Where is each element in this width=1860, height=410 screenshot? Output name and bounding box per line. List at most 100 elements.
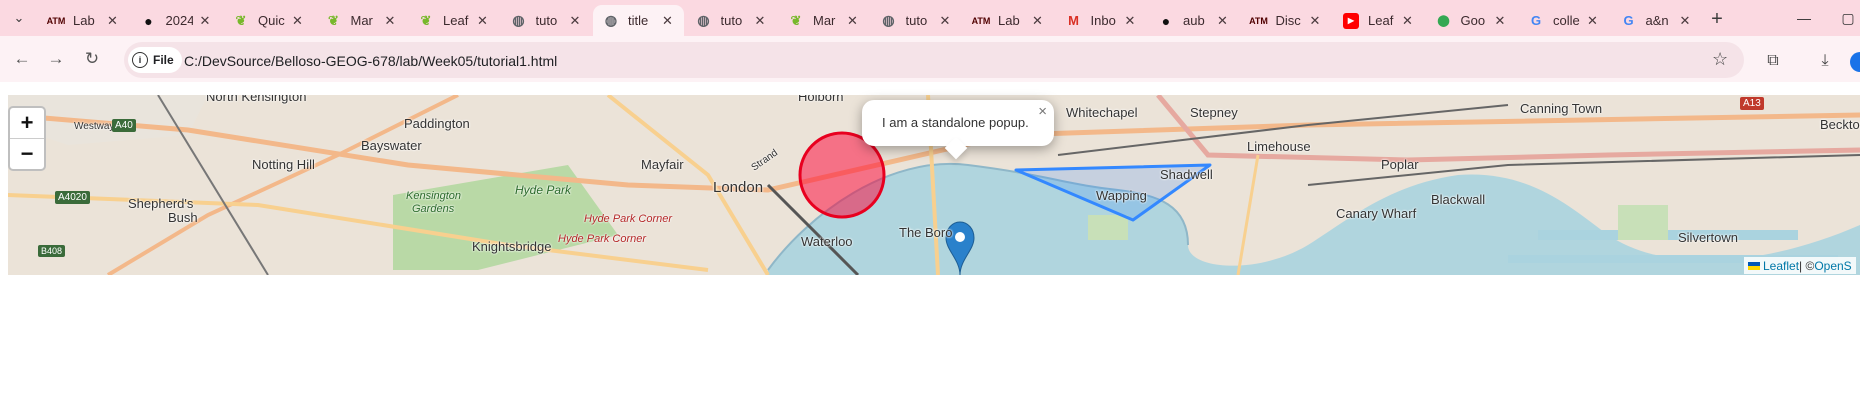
openstreetmap-link[interactable]: OpenS (1814, 259, 1851, 273)
close-tab-icon[interactable]: ✕ (1215, 13, 1231, 29)
place-label: Paddington (404, 116, 470, 131)
close-tab-icon[interactable]: ✕ (382, 13, 398, 29)
info-icon: i (132, 52, 148, 68)
place-label: Wapping (1096, 188, 1147, 203)
road-label: Westway (74, 121, 115, 132)
globe-icon: ◍ (697, 12, 710, 28)
place-label: Shepherd's (128, 196, 194, 211)
place-label: Knightsbridge (472, 239, 552, 254)
map-attribution: Leaflet | © OpenS (1744, 257, 1856, 274)
maps-icon: ⬤ (1437, 15, 1450, 27)
browser-tab[interactable]: ◍ tuto ✕ (501, 5, 592, 36)
close-tab-icon[interactable]: ✕ (1122, 13, 1138, 29)
close-tab-icon[interactable]: ✕ (290, 13, 306, 29)
close-tab-icon[interactable]: ✕ (1307, 13, 1323, 29)
leaflet-icon: ❦ (420, 12, 432, 28)
tab-title: Goo (1460, 13, 1486, 28)
tab-title: tuto (720, 13, 743, 28)
tab-title: a&n (1645, 13, 1669, 28)
place-label: Bush (168, 210, 198, 225)
tamu-icon: ATM (1249, 15, 1268, 26)
tab-title: tuto (905, 13, 928, 28)
close-tab-icon[interactable]: ✕ (1030, 13, 1046, 29)
browser-tab[interactable]: ◍ title ✕ (593, 5, 684, 36)
new-tab-button[interactable]: + (1705, 7, 1729, 31)
zoom-in-button[interactable]: + (10, 108, 44, 138)
site-info-chip[interactable]: i File (128, 47, 182, 73)
leaflet-link[interactable]: Leaflet (1763, 259, 1799, 273)
close-tab-icon[interactable]: ✕ (197, 13, 213, 29)
place-label: Stepney (1190, 105, 1238, 120)
url-text[interactable]: C:/DevSource/Belloso-GEOG-678/lab/Week05… (184, 53, 557, 69)
place-label: Whitechapel (1066, 105, 1138, 120)
reload-icon[interactable]: ↻ (80, 47, 104, 71)
place-label: Hyde Park Corner (558, 233, 647, 245)
close-tab-icon[interactable]: ✕ (567, 13, 583, 29)
browser-tab[interactable]: ATM Lab ✕ (963, 5, 1054, 36)
browser-tab[interactable]: Ga&n ✕ (1611, 5, 1702, 36)
minimize-window-icon[interactable]: — (1784, 6, 1824, 30)
close-tab-icon[interactable]: ✕ (752, 13, 768, 29)
browser-tab[interactable]: ▶ Leaf ✕ (1333, 5, 1424, 36)
back-arrow-icon[interactable]: ← (10, 47, 34, 71)
place-label: Shadwell (1160, 167, 1213, 182)
tamu-icon: ATM (46, 15, 66, 26)
place-label: Limehouse (1247, 139, 1311, 154)
tab-title: Lab (998, 13, 1020, 28)
browser-tab[interactable]: Gcolle ✕ (1518, 5, 1609, 36)
browser-tab[interactable]: ❦ Mar ✕ (778, 5, 869, 36)
browser-tab[interactable]: ● 2024 ✕ (131, 5, 222, 36)
downloads-icon[interactable]: ⤓ (1812, 48, 1838, 74)
close-tab-icon[interactable]: ✕ (937, 13, 953, 29)
place-label: The Boro (899, 225, 953, 240)
road-badge: A40 (112, 119, 136, 132)
zoom-out-button[interactable]: − (10, 138, 44, 169)
place-label: London (713, 179, 764, 196)
tab-title: Mar (813, 13, 836, 28)
maximize-window-icon[interactable]: ▢ (1828, 6, 1860, 30)
github-icon: ● (144, 12, 153, 29)
close-tab-icon[interactable]: ✕ (475, 13, 491, 29)
browser-tab[interactable]: ATM Lab ✕ (38, 5, 129, 36)
close-tab-icon[interactable]: ✕ (1492, 13, 1508, 29)
globe-icon: ◍ (512, 12, 525, 28)
browser-tab[interactable]: ❦ Mar ✕ (316, 5, 407, 36)
close-tab-icon[interactable]: ✕ (1585, 13, 1601, 29)
place-label: Canning Town (1520, 101, 1603, 116)
close-tab-icon[interactable]: ✕ (1677, 13, 1693, 29)
ukraine-flag-icon (1748, 261, 1760, 270)
tab-title: Mar (350, 13, 373, 28)
browser-tab[interactable]: ❦ Leaf ✕ (408, 5, 499, 36)
forward-arrow-icon[interactable]: → (44, 47, 68, 71)
google-icon: G (1530, 13, 1542, 28)
park-label: Gardens (412, 203, 455, 215)
place-label: Mayfair (641, 157, 684, 172)
close-tab-icon[interactable]: ✕ (660, 13, 676, 29)
tab-search-chevron-icon[interactable]: ⌄ (8, 7, 30, 29)
leaflet-icon: ❦ (328, 12, 339, 28)
close-tab-icon[interactable]: ✕ (105, 13, 121, 29)
browser-tab[interactable]: ⬤ Goo ✕ (1426, 5, 1517, 36)
browser-tab[interactable]: ATM Disc ✕ (1241, 5, 1332, 36)
browser-tab[interactable]: M Inbo ✕ (1056, 5, 1147, 36)
close-tab-icon[interactable]: ✕ (845, 13, 861, 29)
tab-title: 2024 (165, 13, 194, 28)
globe-icon: ◍ (882, 12, 895, 28)
browser-tab[interactable]: ◍ tuto ✕ (871, 5, 962, 36)
extensions-puzzle-icon[interactable]: ⧉ (1760, 48, 1786, 74)
close-tab-icon[interactable]: ✕ (1400, 13, 1416, 29)
park-label: Kensington (406, 190, 462, 202)
popup-text: I am a standalone popup. (882, 115, 1029, 130)
road-badge: B408 (38, 245, 66, 257)
browser-tab[interactable]: ❦ Quic ✕ (223, 5, 314, 36)
browser-tab[interactable]: ◍ tuto ✕ (686, 5, 777, 36)
zoom-control: + − (8, 106, 46, 171)
place-label: Hyde Park Corner (584, 213, 673, 225)
tab-title: aub (1183, 13, 1205, 28)
browser-tab[interactable]: ● aub ✕ (1148, 5, 1239, 36)
popup-close-button[interactable]: × (1038, 103, 1047, 120)
place-label: Holborn (798, 95, 844, 104)
park-label: Hyde Park (515, 183, 572, 197)
bookmark-star-icon[interactable]: ☆ (1712, 49, 1728, 70)
attribution-separator: | © (1799, 258, 1815, 273)
